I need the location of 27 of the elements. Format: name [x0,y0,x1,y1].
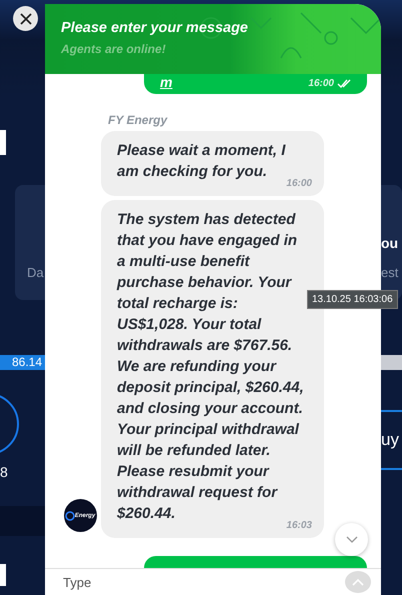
progress-track [381,355,402,370]
card-label: Da [26,265,45,280]
close-icon [18,12,32,26]
message-time: 16:00 [285,178,312,189]
message-text: m [160,74,172,92]
dark-band [0,506,45,536]
timestamp-tooltip: 13.10.25 16:03:06 [307,290,398,309]
scroll-down-button[interactable] [335,523,368,556]
message-time: 16:00 [308,78,334,88]
close-button[interactable] [13,6,38,31]
message-text: The system has detected that you have engaged in a multi-use benefit purchase behavior. Your total recharge is: US$1,028. Your total withdrawals are $767.56. We are refunding your deposit principal, $260.44, and closing your account. Your principal withdrawal will be refunded later. Please resubmit your withdrawal request for $260.44. [117,210,304,522]
chevron-up-icon [352,578,364,586]
chevron-down-icon [346,536,358,544]
header-subtitle: Agents are online! [61,42,167,56]
sender-name: FY Energy [108,113,168,127]
card-label: est [381,265,400,280]
logo-icon [64,510,75,520]
stat-value: 8 [0,464,9,480]
buy-button[interactable]: uy [381,410,402,470]
card-title: ou [381,235,400,251]
message-input[interactable]: Type [61,574,345,590]
message-text: Please wait a moment, I am checking for you. [117,141,286,182]
header-title: Please enter your message [61,20,249,36]
edge-bar [0,130,6,155]
edge-bar [0,564,6,586]
send-button[interactable] [345,571,371,593]
message-time: 16:03 [285,520,312,531]
